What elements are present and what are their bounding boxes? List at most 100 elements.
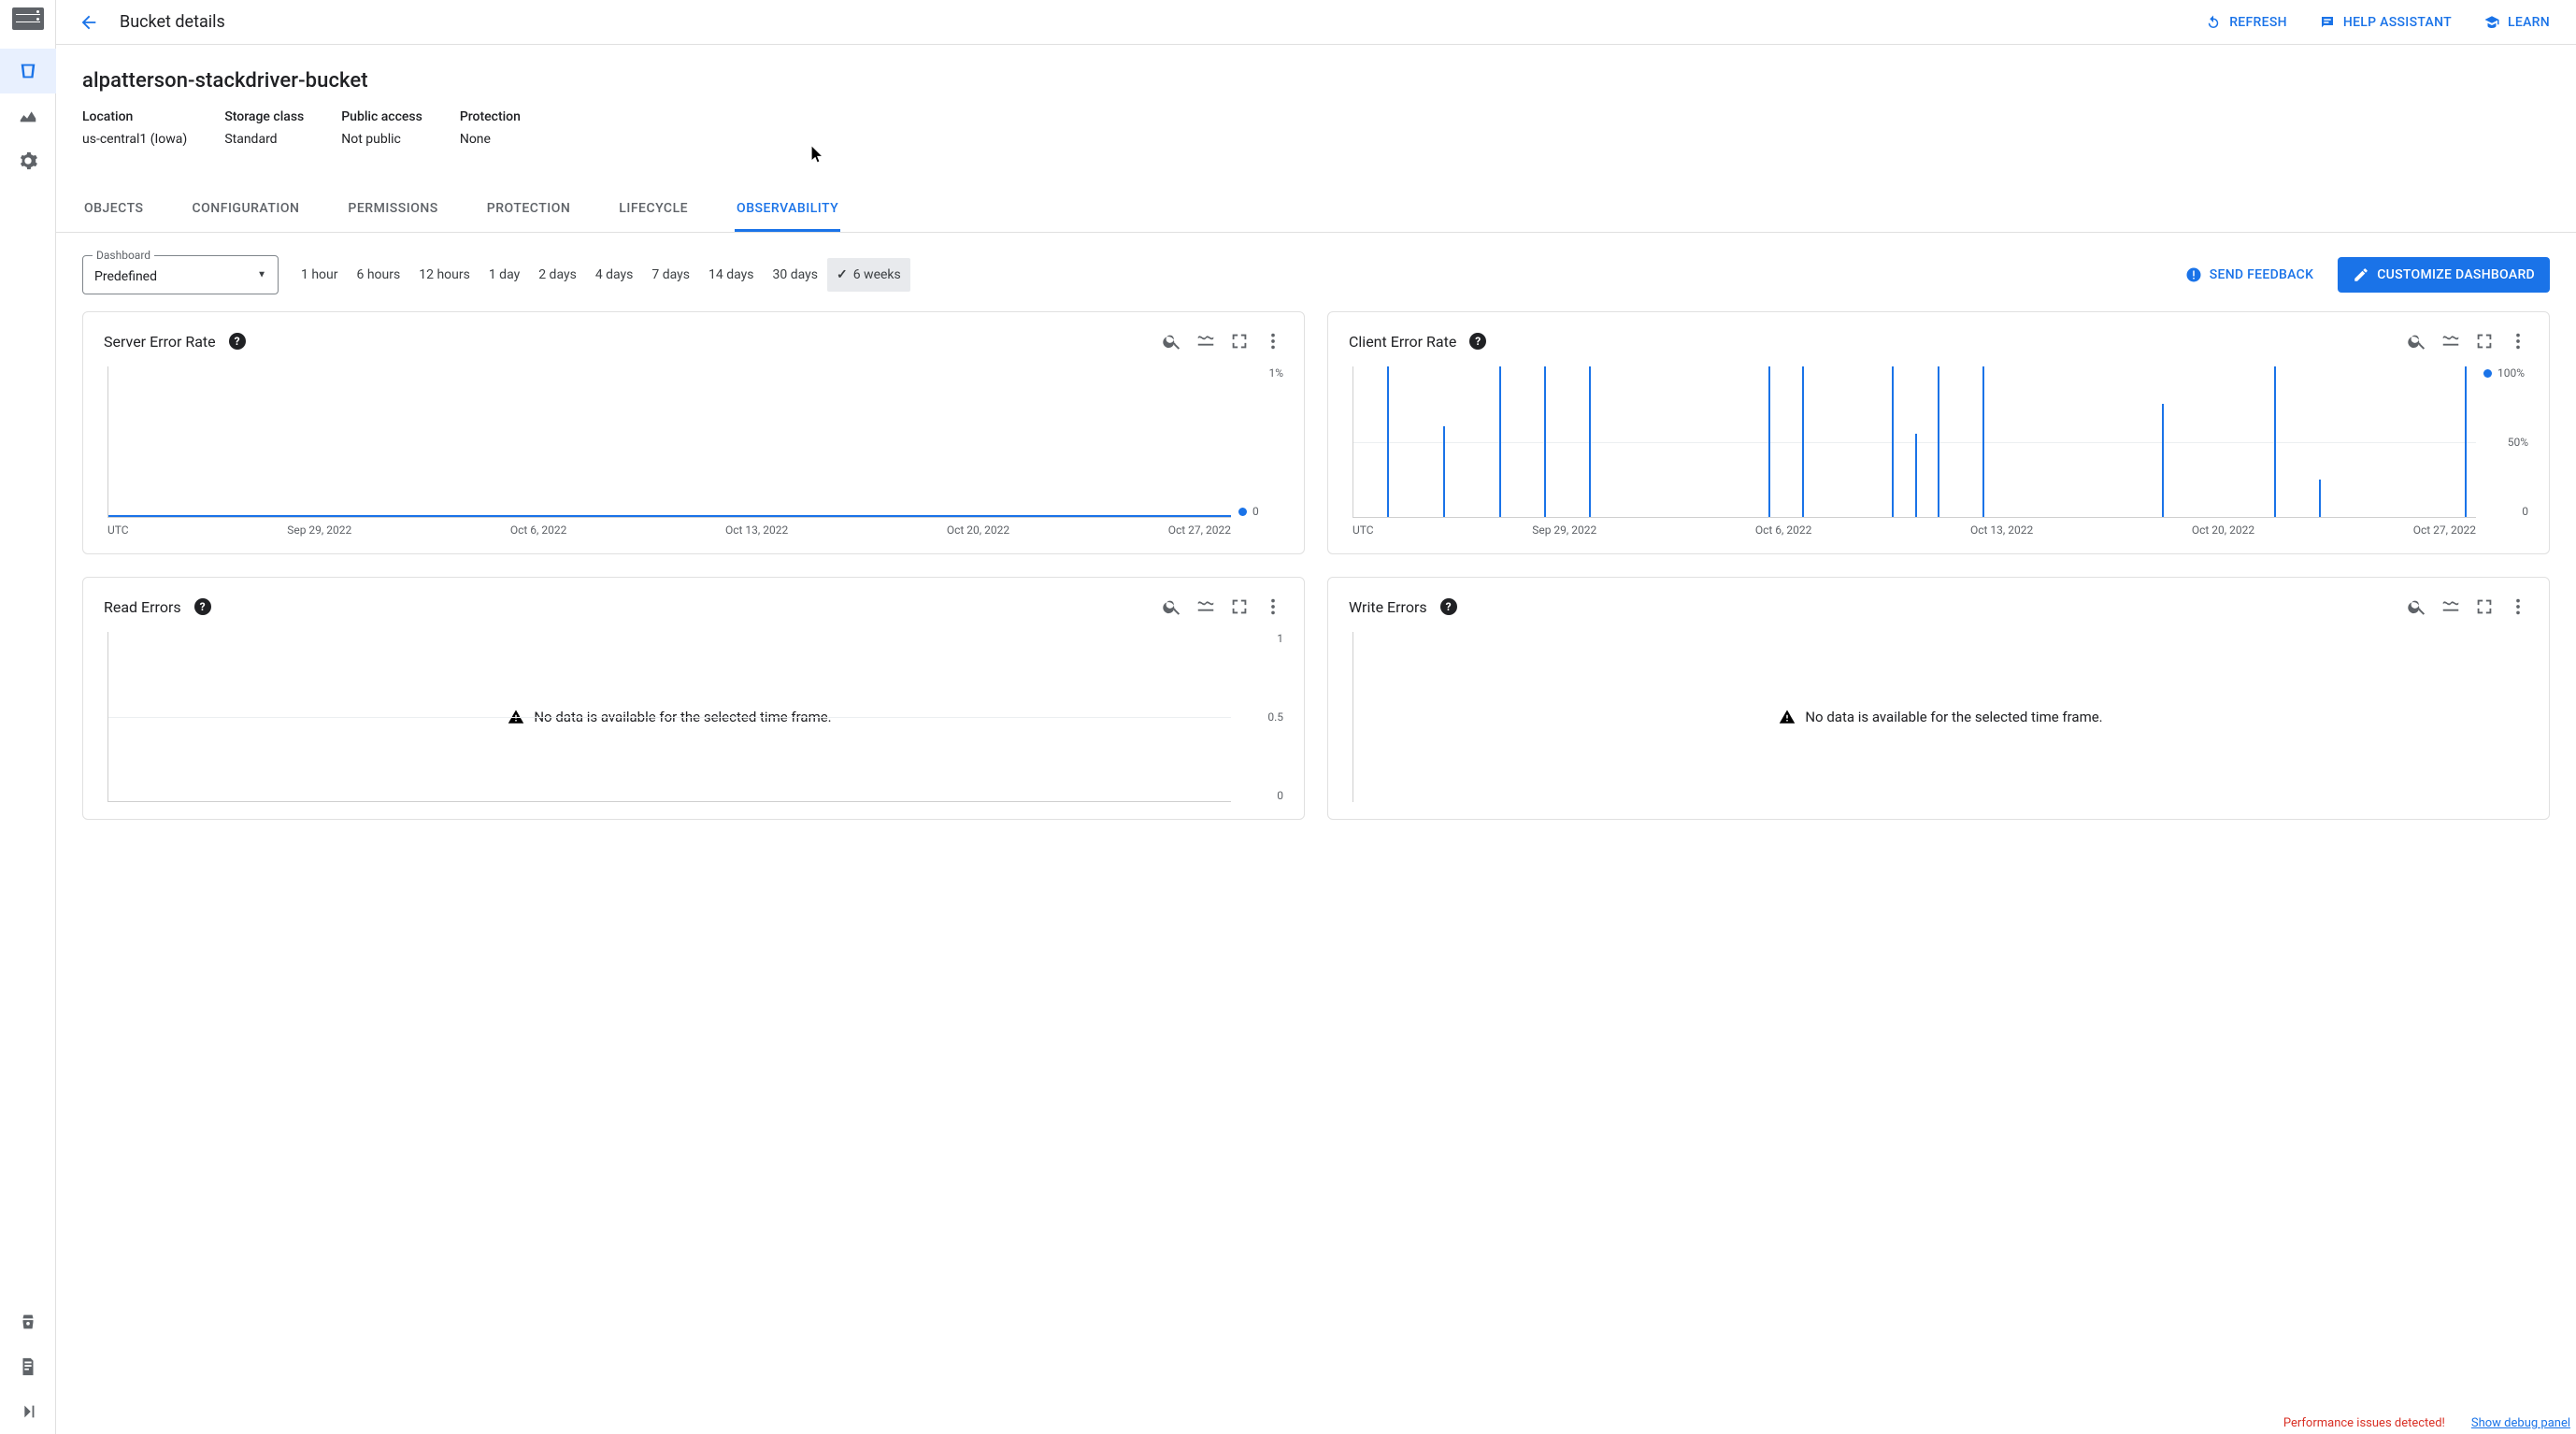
bar [1982, 366, 1984, 517]
zoom-icon[interactable] [2407, 596, 2427, 617]
zoom-icon[interactable] [1162, 331, 1182, 351]
meta-label: Location [82, 109, 187, 124]
meta-label: Public access [341, 109, 422, 124]
customize-label: CUSTOMIZE DASHBOARD [2377, 267, 2535, 282]
y-bot: 0 [1238, 789, 1283, 802]
tab-configuration[interactable]: CONFIGURATION [191, 188, 302, 232]
bar [1802, 366, 1804, 517]
nav-release-notes-icon[interactable] [0, 1344, 56, 1389]
help-icon[interactable]: ? [229, 333, 246, 350]
y-bot: 0 [2483, 505, 2528, 518]
help-label: HELP ASSISTANT [2343, 15, 2452, 30]
nav-collapse-icon[interactable] [0, 1389, 56, 1434]
customize-dashboard-button[interactable]: CUSTOMIZE DASHBOARD [2338, 257, 2550, 293]
nav-marketplace-icon[interactable] [0, 1299, 56, 1344]
xaxis-label: Oct 20, 2022 [2192, 523, 2254, 537]
bar [1892, 366, 1894, 517]
bar [2465, 366, 2467, 517]
help-icon[interactable]: ? [1469, 333, 1486, 350]
fullscreen-icon[interactable] [1229, 596, 1250, 617]
time-range-chip[interactable]: 7 days [642, 258, 699, 292]
performance-alert: Performance issues detected! [2283, 1416, 2445, 1430]
time-range-chip[interactable]: 4 days [586, 258, 643, 292]
card-title: Client Error Rate [1349, 333, 1456, 351]
xaxis-label: Oct 6, 2022 [510, 523, 567, 537]
send-feedback-button[interactable]: SEND FEEDBACK [2174, 257, 2326, 293]
y-mid: 0.5 [1238, 710, 1283, 724]
fullscreen-icon[interactable] [2474, 596, 2495, 617]
y-top: 1 [1238, 632, 1283, 645]
nodata-text: No data is available for the selected ti… [1805, 709, 2102, 725]
more-icon[interactable] [2508, 596, 2528, 617]
tab-observability[interactable]: OBSERVABILITY [735, 188, 840, 232]
storage-product-icon[interactable] [12, 7, 44, 30]
legend-icon[interactable] [2440, 596, 2461, 617]
dashboard-select[interactable]: Dashboard Predefined [82, 255, 279, 294]
time-range-chip[interactable]: 6 weeks [827, 258, 910, 292]
xaxis-label: Oct 27, 2022 [1168, 523, 1231, 537]
meta-value: Not public [341, 132, 422, 147]
tab-objects[interactable]: OBJECTS [82, 188, 146, 232]
server-error-chart[interactable] [107, 366, 1231, 518]
time-range-chip[interactable]: 1 day [479, 258, 529, 292]
zoom-icon[interactable] [1162, 596, 1182, 617]
tab-protection[interactable]: PROTECTION [485, 188, 573, 232]
xaxis-label: Sep 29, 2022 [1532, 523, 1596, 537]
refresh-button[interactable]: REFRESH [2199, 7, 2293, 38]
legend-icon[interactable] [1195, 331, 1216, 351]
zoom-icon[interactable] [2407, 331, 2427, 351]
xaxis-label: UTC [107, 523, 129, 537]
time-range-chip[interactable]: 12 hours [409, 258, 479, 292]
time-range-chip[interactable]: 6 hours [348, 258, 410, 292]
write-errors-chart[interactable]: No data is available for the selected ti… [1352, 632, 2528, 802]
client-error-chart[interactable] [1352, 366, 2476, 518]
read-errors-chart[interactable]: No data is available for the selected ti… [107, 632, 1231, 802]
nav-buckets[interactable] [0, 49, 56, 93]
y-mid: 50% [2483, 436, 2528, 449]
bar [1938, 366, 1939, 517]
meta-value: us-central1 (Iowa) [82, 132, 187, 147]
feedback-label: SEND FEEDBACK [2210, 267, 2314, 282]
bar [1768, 366, 1770, 517]
bar [1499, 366, 1501, 517]
tab-lifecycle[interactable]: LIFECYCLE [617, 188, 690, 232]
time-range-chip[interactable]: 30 days [764, 258, 827, 292]
bar [2162, 404, 2164, 517]
tab-permissions[interactable]: PERMISSIONS [346, 188, 439, 232]
help-icon[interactable]: ? [1440, 598, 1457, 615]
nav-settings-icon[interactable] [0, 138, 56, 183]
card-write-errors: Write Errors ? No data is available for [1327, 577, 2550, 820]
legend-icon[interactable] [1195, 596, 1216, 617]
more-icon[interactable] [1263, 331, 1283, 351]
bucket-name: alpatterson-stackdriver-bucket [82, 69, 2550, 93]
back-arrow-icon[interactable] [79, 12, 99, 33]
y-top: 1% [1238, 366, 1283, 380]
page-title: Bucket details [120, 12, 225, 32]
xaxis-label: Oct 13, 2022 [1970, 523, 2033, 537]
meta-value: Standard [224, 132, 304, 147]
help-icon[interactable]: ? [194, 598, 211, 615]
time-range-chip[interactable]: 1 hour [292, 258, 348, 292]
card-title: Server Error Rate [104, 333, 216, 351]
xaxis-label: Oct 6, 2022 [1755, 523, 1812, 537]
bar [1443, 426, 1445, 517]
meta-value: None [460, 132, 521, 147]
dashboard-select-label: Dashboard [93, 249, 154, 262]
legend-icon[interactable] [2440, 331, 2461, 351]
more-icon[interactable] [2508, 331, 2528, 351]
bar [2274, 366, 2276, 517]
more-icon[interactable] [1263, 596, 1283, 617]
xaxis-label: Oct 20, 2022 [947, 523, 1009, 537]
y-bot: 0 [1252, 505, 1259, 518]
fullscreen-icon[interactable] [2474, 331, 2495, 351]
time-range-chip[interactable]: 2 days [529, 258, 586, 292]
xaxis-label: Oct 27, 2022 [2413, 523, 2476, 537]
show-debug-panel-link[interactable]: Show debug panel [2471, 1416, 2570, 1430]
help-assistant-button[interactable]: HELP ASSISTANT [2313, 7, 2457, 38]
xaxis-label: Oct 13, 2022 [725, 523, 788, 537]
learn-button[interactable]: LEARN [2478, 7, 2555, 38]
time-range-chip[interactable]: 14 days [699, 258, 763, 292]
fullscreen-icon[interactable] [1229, 331, 1250, 351]
card-server-error-rate: Server Error Rate ? 1% [82, 311, 1305, 554]
nav-monitoring-icon[interactable] [0, 93, 56, 138]
